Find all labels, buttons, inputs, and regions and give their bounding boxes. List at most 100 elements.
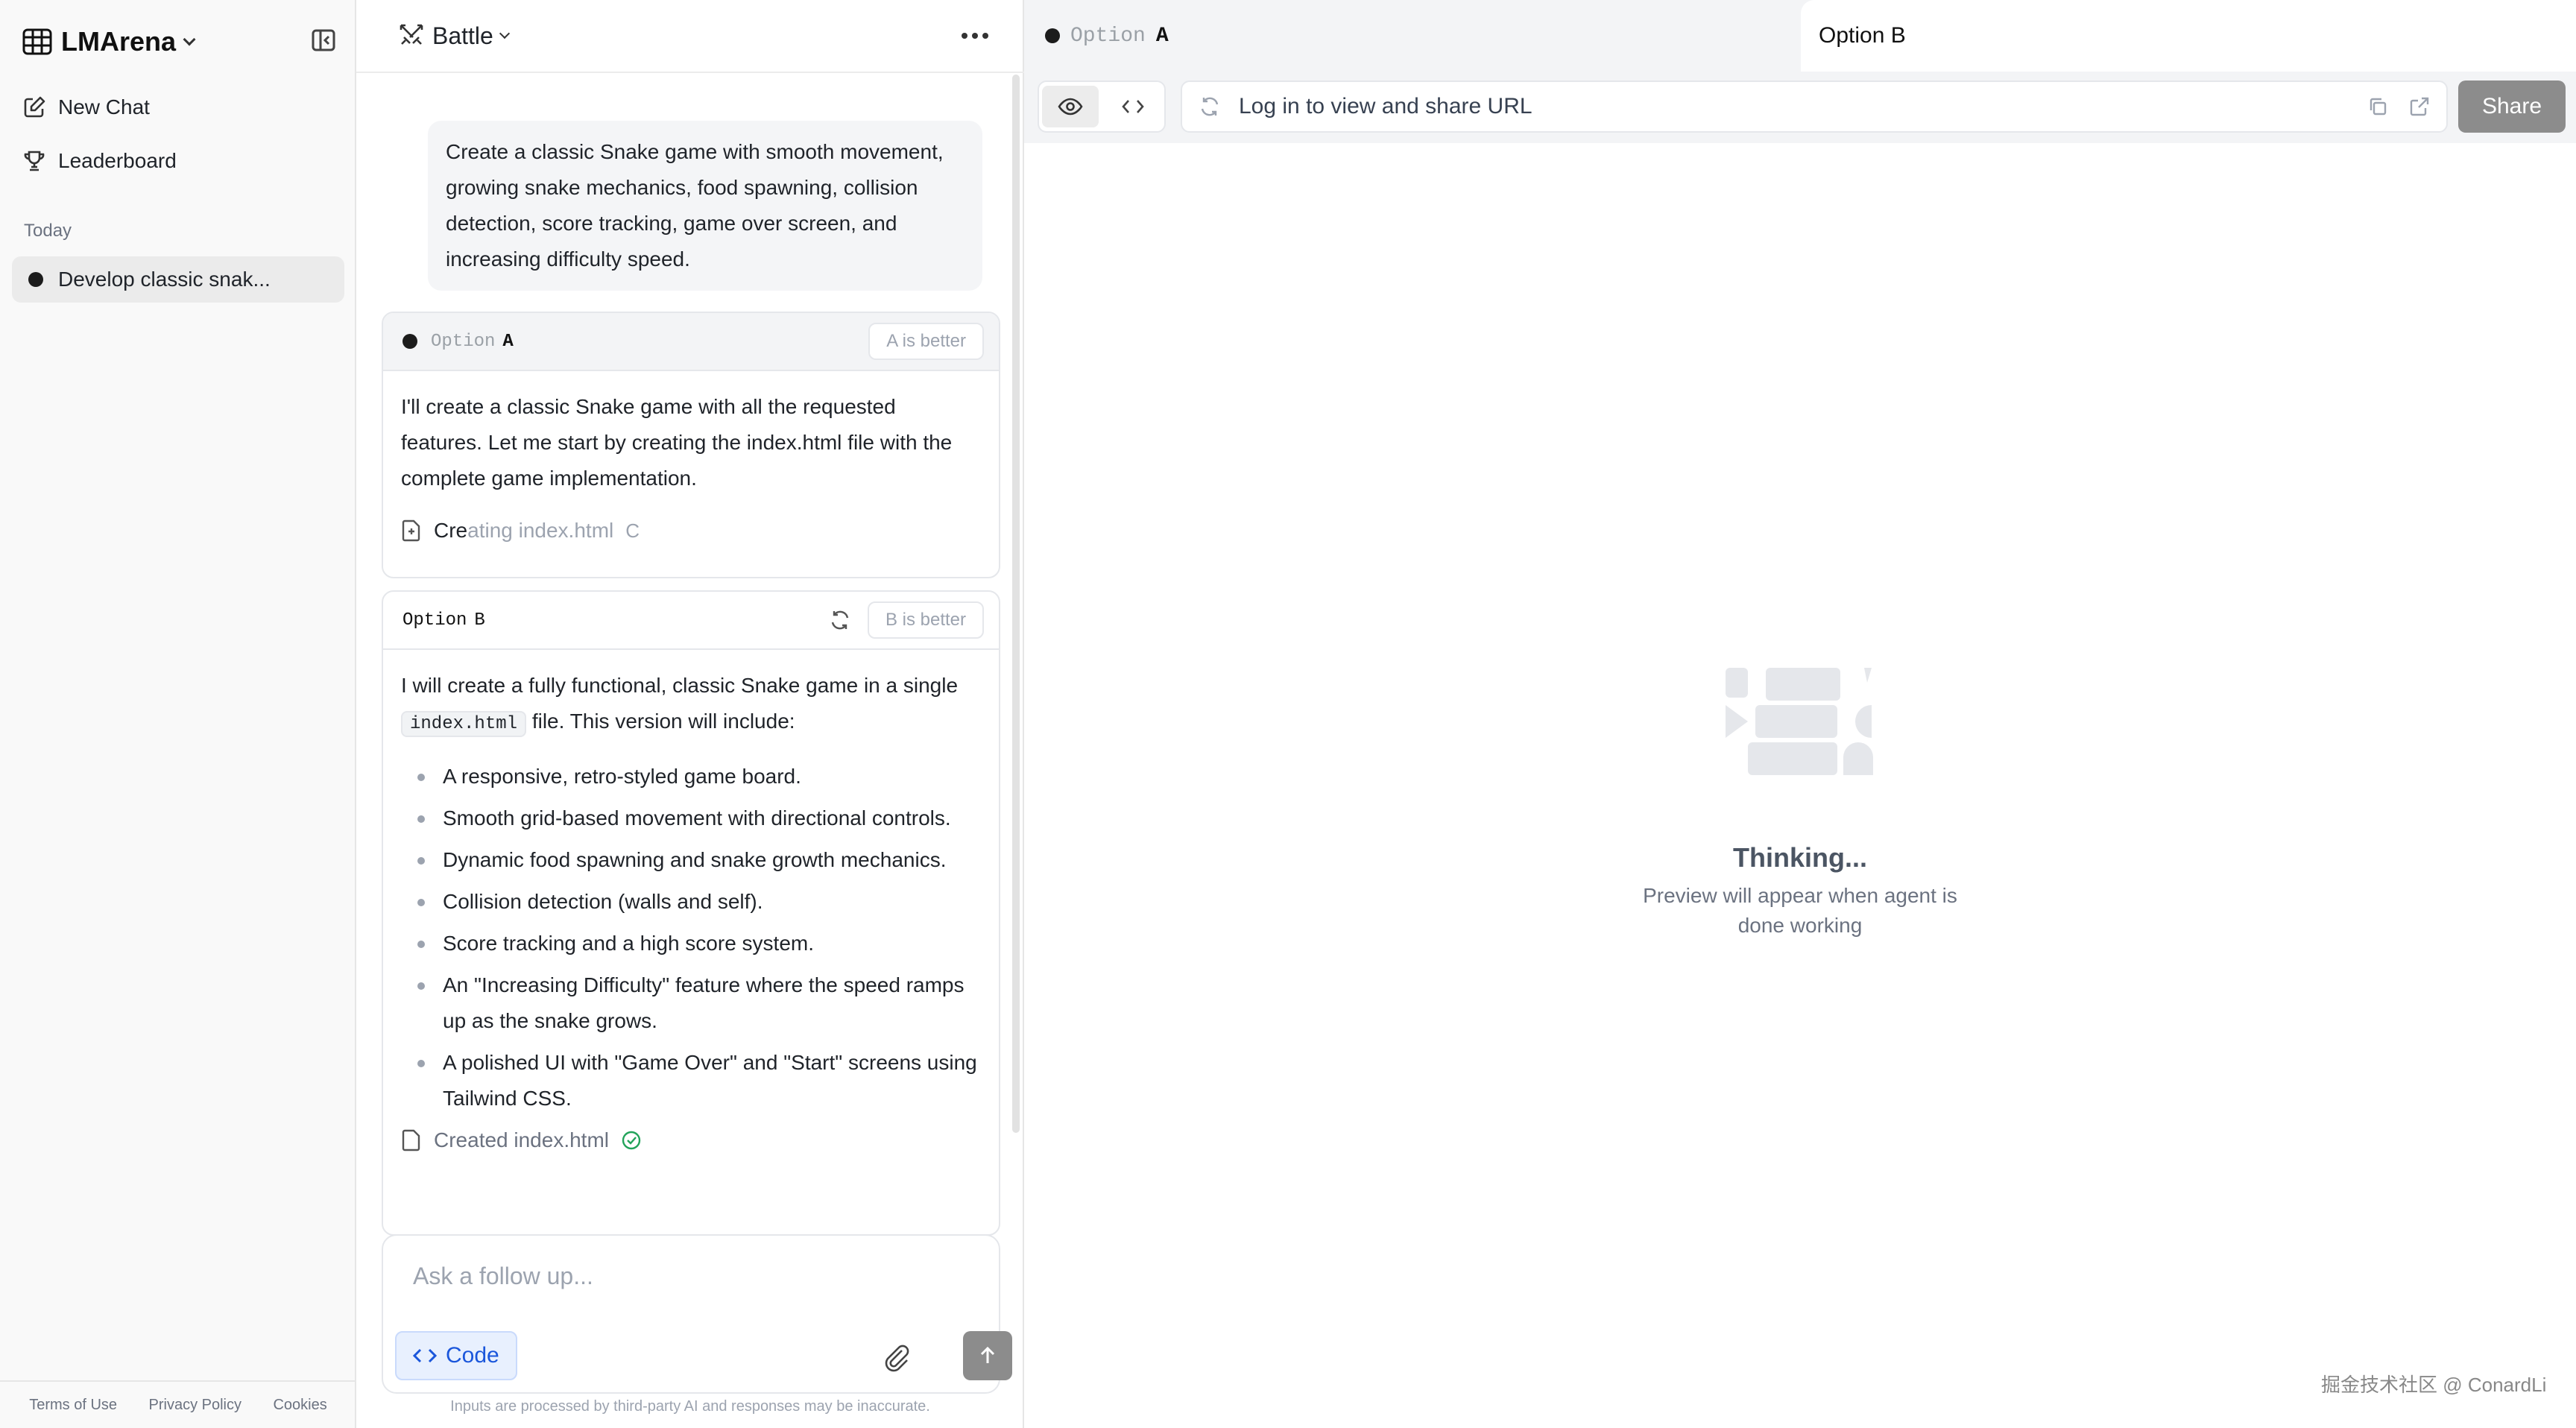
brand-switcher[interactable]: LMArena [22, 22, 196, 61]
status-text-strong: Cre [434, 519, 468, 542]
response-card-a: Option A A is better I'll create a class… [382, 312, 1000, 578]
file-icon [402, 1129, 420, 1151]
paperclip-icon [885, 1345, 909, 1372]
model-dot-icon [28, 272, 43, 287]
grid-logo-icon [22, 28, 52, 55]
share-button[interactable]: Share [2458, 80, 2566, 133]
url-bar: Log in to view and share URL [1181, 80, 2448, 133]
response-intro: I will create a fully functional, classi… [401, 668, 981, 742]
preview-panel: Option A Option B Log in to view and sha… [1024, 0, 2576, 1428]
preview-toolbar: Log in to view and share URL Share [1024, 72, 2576, 143]
dot-icon [962, 33, 967, 39]
leaderboard-link[interactable]: Leaderboard [22, 142, 177, 180]
response-body: I'll create a classic Snake game with al… [383, 371, 999, 549]
section-label-today: Today [24, 221, 72, 241]
mode-label: Battle [432, 22, 493, 49]
more-options-button[interactable] [959, 22, 991, 49]
terms-link[interactable]: Terms of Use [29, 1397, 117, 1414]
response-card-b: Option B B is better I will create a ful… [382, 590, 1000, 1236]
chat-history-item[interactable]: Develop classic snak... [12, 256, 344, 303]
chat-history-title: Develop classic snak... [58, 268, 271, 291]
list-item: Smooth grid-based movement with directio… [401, 800, 981, 836]
chat-panel: Battle Create a classic Snake game with … [356, 0, 1024, 1428]
tab-letter: A [1155, 24, 1169, 48]
brand-name: LMArena [61, 26, 177, 57]
response-card-header: Option B B is better [383, 592, 999, 650]
code-brackets-icon [1122, 100, 1144, 113]
vote-b-better-button[interactable]: B is better [867, 601, 984, 639]
list-item: Dynamic food spawning and snake growth m… [401, 842, 981, 878]
tab-word: Option [1070, 24, 1146, 48]
url-text: Log in to view and share URL [1239, 94, 1532, 119]
sidebar-footer: Terms of Use Privacy Policy Cookies [0, 1380, 356, 1428]
list-item: Score tracking and a high score system. [401, 926, 981, 961]
scrollbar-thumb[interactable] [1012, 75, 1020, 1133]
mode-selector[interactable]: Battle [398, 19, 510, 52]
disclaimer: Inputs are processed by third-party AI a… [450, 1398, 930, 1415]
copy-icon[interactable] [2367, 96, 2388, 117]
collapse-sidebar-button[interactable] [310, 27, 337, 54]
check-circle-icon [622, 1131, 641, 1150]
edit-icon [24, 96, 45, 118]
option-letter: A [502, 331, 514, 352]
tab-option-b[interactable]: Option B [1801, 0, 2576, 72]
cookies-link[interactable]: Cookies [273, 1397, 326, 1414]
preview-empty-state: Thinking... Preview will appear when age… [1024, 656, 2576, 941]
watermark: 掘金技术社区 @ ConardLi [2321, 1374, 2547, 1396]
thinking-subtitle: Preview will appear when agent is done w… [1643, 884, 1957, 937]
status-text-faded: ating index.html [467, 519, 614, 542]
leaderboard-label: Leaderboard [58, 149, 177, 172]
url-actions [2367, 96, 2446, 117]
preview-view-button[interactable] [1042, 86, 1099, 127]
intro-text: I will create a fully functional, classi… [401, 674, 959, 697]
dot-icon [982, 33, 988, 39]
response-text: I'll create a classic Snake game with al… [401, 395, 953, 490]
external-link-icon[interactable] [2409, 96, 2430, 117]
list-item: An "Increasing Difficulty" feature where… [401, 967, 981, 1039]
file-status: Creating index.html C [401, 513, 981, 549]
file-status-text: Created index.html [434, 1128, 610, 1151]
list-item: A responsive, retro-styled game board. [401, 759, 981, 794]
new-chat-label: New Chat [58, 95, 150, 119]
code-brackets-icon [413, 1348, 437, 1363]
response-body: I will create a fully functional, classi… [383, 650, 999, 1158]
vote-a-better-button[interactable]: A is better [868, 323, 984, 360]
preview-tabs: Option A Option B [1024, 0, 2576, 72]
option-label: Option A [431, 332, 514, 352]
option-letter: B [474, 610, 485, 631]
option-label: Option B [402, 610, 485, 631]
reload-icon[interactable] [1199, 95, 1221, 118]
file-status-text: Creating index.html [434, 513, 613, 549]
list-item: A polished UI with "Game Over" and "Star… [401, 1045, 981, 1116]
user-message: Create a classic Snake game with smooth … [428, 121, 982, 291]
eye-icon [1058, 98, 1083, 116]
privacy-link[interactable]: Privacy Policy [149, 1397, 242, 1414]
composer: Code [382, 1234, 1012, 1394]
dot-icon [972, 33, 978, 39]
refresh-icon[interactable] [829, 609, 851, 631]
follow-up-input[interactable] [383, 1254, 999, 1298]
file-status: Created index.html [401, 1122, 981, 1158]
option-word: Option [402, 610, 467, 631]
card-actions: B is better [829, 601, 984, 639]
view-toggle [1038, 80, 1166, 133]
attach-button[interactable] [880, 1340, 912, 1373]
intro-text: file. This version will include: [531, 710, 795, 733]
code-view-button[interactable] [1105, 86, 1161, 127]
chevron-down-icon [499, 28, 510, 40]
model-dot-icon [1045, 28, 1060, 43]
inline-code: index.html [401, 711, 527, 737]
tab-option-a[interactable]: Option A [1024, 0, 1799, 72]
thinking-title: Thinking... [1733, 842, 1867, 873]
code-mode-button[interactable]: Code [395, 1331, 517, 1380]
list-item: Collision detection (walls and self). [401, 884, 981, 920]
new-chat-button[interactable]: New Chat [22, 88, 150, 127]
send-button[interactable] [963, 1331, 1012, 1380]
option-word: Option [431, 331, 496, 352]
feature-list: A responsive, retro-styled game board. S… [401, 759, 981, 1116]
sidebar-toggle-icon [312, 29, 335, 51]
code-mode-label: Code [446, 1343, 499, 1368]
building-blocks-icon [1726, 668, 1873, 775]
loading-spinner-icon: C [625, 519, 640, 542]
sidebar: LMArena New Chat Leaderboard Today Devel… [0, 0, 356, 1428]
